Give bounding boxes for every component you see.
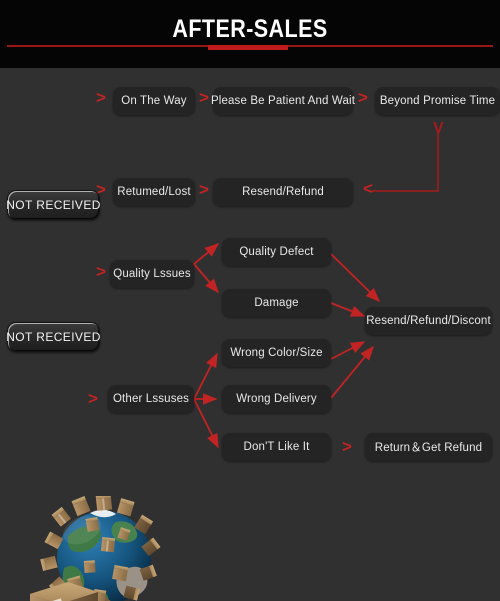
node-please-be-patient-and-wait[interactable]: Please Be Patient And Wait: [211, 87, 355, 115]
chevron-right-icon-please-be-patient: >: [199, 88, 209, 107]
wire-quality-defect-to-resolution: [330, 253, 381, 303]
page-title: AFTER-SALES: [172, 15, 328, 43]
header-divider-accent: [208, 45, 288, 50]
status-chip-not-received-bottom[interactable]: NOT RECEIVED: [6, 322, 100, 352]
chevron-left-icon-resend-refund: <: [363, 179, 373, 198]
node-wrong-color-size[interactable]: Wrong Color/Size: [222, 339, 331, 367]
chevron-right-icon-beyond-promise-time: >: [358, 88, 368, 107]
chevron-right-icon-resend-refund: >: [199, 180, 209, 199]
status-chip-not-received-top[interactable]: NOT RECEIVED: [6, 190, 100, 220]
node-resend-refund-discount[interactable]: Resend/Refund/Discont: [365, 307, 492, 335]
chevron-right-icon-other-issues: >: [88, 389, 98, 408]
page-header: AFTER-SALES: [0, 0, 500, 68]
globe-with-parcels-illustration: [30, 496, 161, 601]
node-damage[interactable]: Damage: [222, 289, 331, 317]
chevron-right-icon-return-get-refund: >: [342, 437, 352, 456]
wire-damage-to-resolution: [330, 302, 366, 317]
chevron-down-icon-beyond-promise-time: V: [433, 120, 444, 137]
node-on-the-way[interactable]: On The Way: [113, 87, 195, 115]
chevron-right-icon-on-the-way: >: [96, 88, 106, 107]
node-wrong-delivery[interactable]: Wrong Delivery: [222, 385, 331, 413]
wire-wrong-delivery-to-resolution: [330, 345, 374, 399]
wire-other-issues-to-wrong-color-size: [193, 352, 218, 400]
chevron-right-icon-quality-issues: >: [96, 262, 106, 281]
node-quality-defect[interactable]: Quality Defect: [222, 238, 331, 266]
wire-other-issues-to-dont-like-it: [193, 398, 219, 449]
node-beyond-promise-time[interactable]: Beyond Promise Time: [375, 87, 500, 115]
wire-quality-issues-to-quality-defect: [193, 243, 220, 265]
node-resend-refund[interactable]: Resend/Refund: [213, 178, 353, 206]
wire-quality-issues-to-damage: [193, 263, 219, 294]
node-dont-like-it[interactable]: Don'T Like It: [222, 433, 331, 461]
after-sales-flowchart-page: AFTER-SALES > > > V > > < > > > NOT RECE…: [0, 0, 500, 601]
node-return-and-get-refund[interactable]: Return＆Get Refund: [365, 433, 492, 461]
wire-beyond-promise-to-resend: [372, 130, 439, 192]
wire-wrong-color-size-to-resolution: [330, 341, 366, 360]
node-quality-issues[interactable]: Quality Lssues: [110, 260, 194, 288]
flowchart-canvas: > > > V > > < > > > NOT RECEIVED NOT REC…: [0, 68, 500, 601]
node-returned-lost[interactable]: Retumed/Lost: [113, 178, 195, 206]
node-other-issues[interactable]: Other Lssuses: [108, 385, 194, 413]
